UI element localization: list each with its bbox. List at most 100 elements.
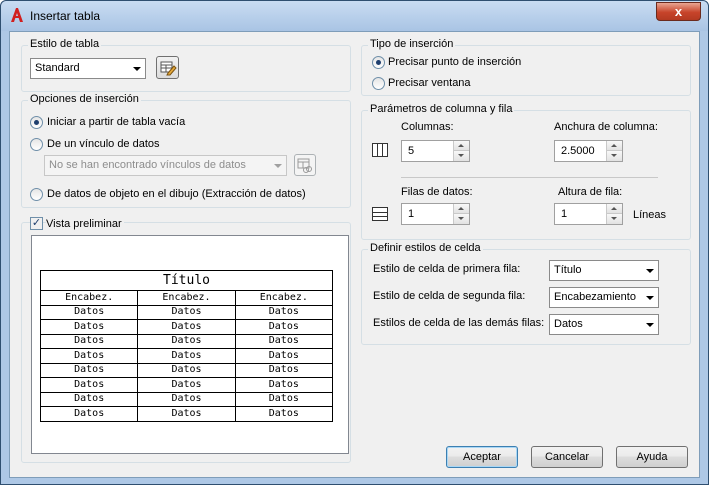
preview-data-cell: Datos [234, 333, 334, 349]
table-style-value: Standard [35, 62, 80, 74]
preview-data-cell: Datos [39, 319, 139, 335]
preview-data-cell: Datos [39, 304, 139, 320]
preview-data-cell: Datos [137, 406, 236, 422]
columns-value: 5 [408, 145, 415, 157]
autocad-app-icon [11, 8, 23, 22]
preview-data-cell: Datos [234, 377, 334, 393]
other-rows-style-combo[interactable]: Datos [549, 314, 659, 335]
preview-data-row: Datos Datos Datos [39, 362, 334, 378]
data-rows-value: 1 [408, 208, 415, 220]
preview-data-cell: Datos [39, 348, 139, 364]
settings-divider [401, 177, 658, 178]
preview-data-cell: Datos [137, 333, 236, 349]
table-style-combo[interactable]: Standard [30, 58, 146, 79]
stepper-down-icon[interactable] [454, 151, 469, 161]
radio-empty-table[interactable] [30, 116, 43, 129]
preview-data-cell: Datos [137, 377, 236, 393]
first-row-style-combo[interactable]: Título [549, 260, 659, 281]
preview-data-cell: Datos [39, 333, 139, 349]
second-row-style-value: Encabezamiento [554, 291, 636, 303]
cancel-button[interactable]: Cancelar [531, 446, 603, 468]
radio-data-extraction[interactable] [30, 188, 43, 201]
chevron-down-icon [646, 296, 654, 300]
preview-data-cell: Datos [234, 348, 334, 364]
chevron-down-icon [274, 164, 282, 168]
preview-header-cell: Encabez. [234, 290, 334, 306]
other-rows-style-label: Estilos de celda de las demás filas: [373, 317, 545, 329]
stepper-up-icon[interactable] [607, 204, 622, 214]
data-link-manager-icon [297, 158, 312, 173]
lines-unit-label: Líneas [633, 209, 667, 221]
columns-stepper[interactable]: 5 [401, 140, 470, 162]
other-rows-style-value: Datos [554, 318, 583, 330]
column-width-stepper[interactable]: 2.5000 [554, 140, 623, 162]
radio-insertion-point[interactable] [372, 56, 385, 69]
preview-data-cell: Datos [234, 391, 334, 407]
preview-data-cell: Datos [137, 362, 236, 378]
rows-icon [372, 207, 388, 221]
preview-data-row: Datos Datos Datos [39, 391, 334, 407]
preview-title-cell: Título [40, 270, 333, 291]
preview-data-row: Datos Datos Datos [39, 304, 334, 320]
stepper-down-icon[interactable] [607, 151, 622, 161]
preview-data-cell: Datos [137, 304, 236, 320]
preview-data-cell: Datos [234, 362, 334, 378]
preview-title-row: Título [40, 270, 333, 291]
chevron-down-icon [646, 323, 654, 327]
preview-data-row: Datos Datos Datos [39, 319, 334, 335]
data-rows-stepper[interactable]: 1 [401, 203, 470, 225]
close-button[interactable]: x [656, 2, 701, 21]
row-height-label: Altura de fila: [558, 186, 623, 198]
table-style-edit-icon [160, 61, 177, 76]
preview-data-cell: Datos [234, 319, 334, 335]
stepper-up-icon[interactable] [607, 141, 622, 151]
radio-window-label: Precisar ventana [388, 77, 471, 89]
stepper-down-icon[interactable] [607, 214, 622, 224]
table-style-edit-button[interactable] [156, 56, 179, 79]
data-link-combo[interactable]: No se han encontrado vínculos de datos [44, 155, 287, 176]
data-link-value: No se han encontrado vínculos de datos [49, 159, 246, 171]
preview-data-row: Datos Datos Datos [39, 333, 334, 349]
stepper-up-icon[interactable] [454, 204, 469, 214]
column-width-label: Anchura de columna: [554, 121, 658, 133]
radio-data-extraction-label: De datos de objeto en el dibujo (Extracc… [47, 188, 306, 200]
preview-data-cell: Datos [39, 377, 139, 393]
preview-data-cell: Datos [39, 362, 139, 378]
preview-data-cell: Datos [137, 391, 236, 407]
table-style-title: Estilo de tabla [28, 38, 102, 50]
column-width-value: 2.5000 [561, 145, 595, 157]
insert-options-title: Opciones de inserción [28, 93, 141, 105]
row-column-settings-title: Parámetros de columna y fila [368, 103, 515, 115]
preview-data-cell: Datos [234, 406, 334, 422]
radio-window[interactable] [372, 77, 385, 90]
stepper-down-icon[interactable] [454, 214, 469, 224]
chevron-down-icon [133, 67, 141, 71]
data-rows-label: Filas de datos: [401, 186, 473, 198]
preview-pane: Título Encabez. Encabez. Encabez. Datos … [31, 235, 349, 454]
stepper-up-icon[interactable] [454, 141, 469, 151]
columns-label: Columnas: [401, 121, 454, 133]
preview-table: Título Encabez. Encabez. Encabez. Datos … [39, 270, 334, 422]
insertion-type-title: Tipo de inserción [368, 38, 456, 50]
row-height-stepper[interactable]: 1 [554, 203, 623, 225]
preview-data-cell: Datos [39, 391, 139, 407]
radio-data-link[interactable] [30, 138, 43, 151]
chevron-down-icon [646, 269, 654, 273]
insert-table-dialog: Insertar tabla x Estilo de tabla Standar… [0, 0, 709, 485]
accept-button[interactable]: Aceptar [446, 446, 518, 468]
radio-empty-table-label: Iniciar a partir de tabla vacía [47, 116, 186, 128]
data-link-manager-button[interactable] [294, 154, 316, 176]
preview-data-cell: Datos [137, 348, 236, 364]
column-width-stepper-buttons [606, 141, 622, 161]
preview-header-cell: Encabez. [39, 290, 139, 306]
preview-header-cell: Encabez. [137, 290, 236, 306]
columns-stepper-buttons [453, 141, 469, 161]
preview-data-row: Datos Datos Datos [39, 377, 334, 393]
preview-checkbox[interactable]: ✓ [30, 217, 43, 230]
first-row-style-value: Título [554, 264, 582, 276]
second-row-style-combo[interactable]: Encabezamiento [549, 287, 659, 308]
preview-data-cell: Datos [234, 304, 334, 320]
help-button[interactable]: Ayuda [616, 446, 688, 468]
dialog-body: Estilo de tabla Standard Opciones de ins… [9, 31, 700, 478]
preview-header-row: Encabez. Encabez. Encabez. [39, 290, 334, 306]
